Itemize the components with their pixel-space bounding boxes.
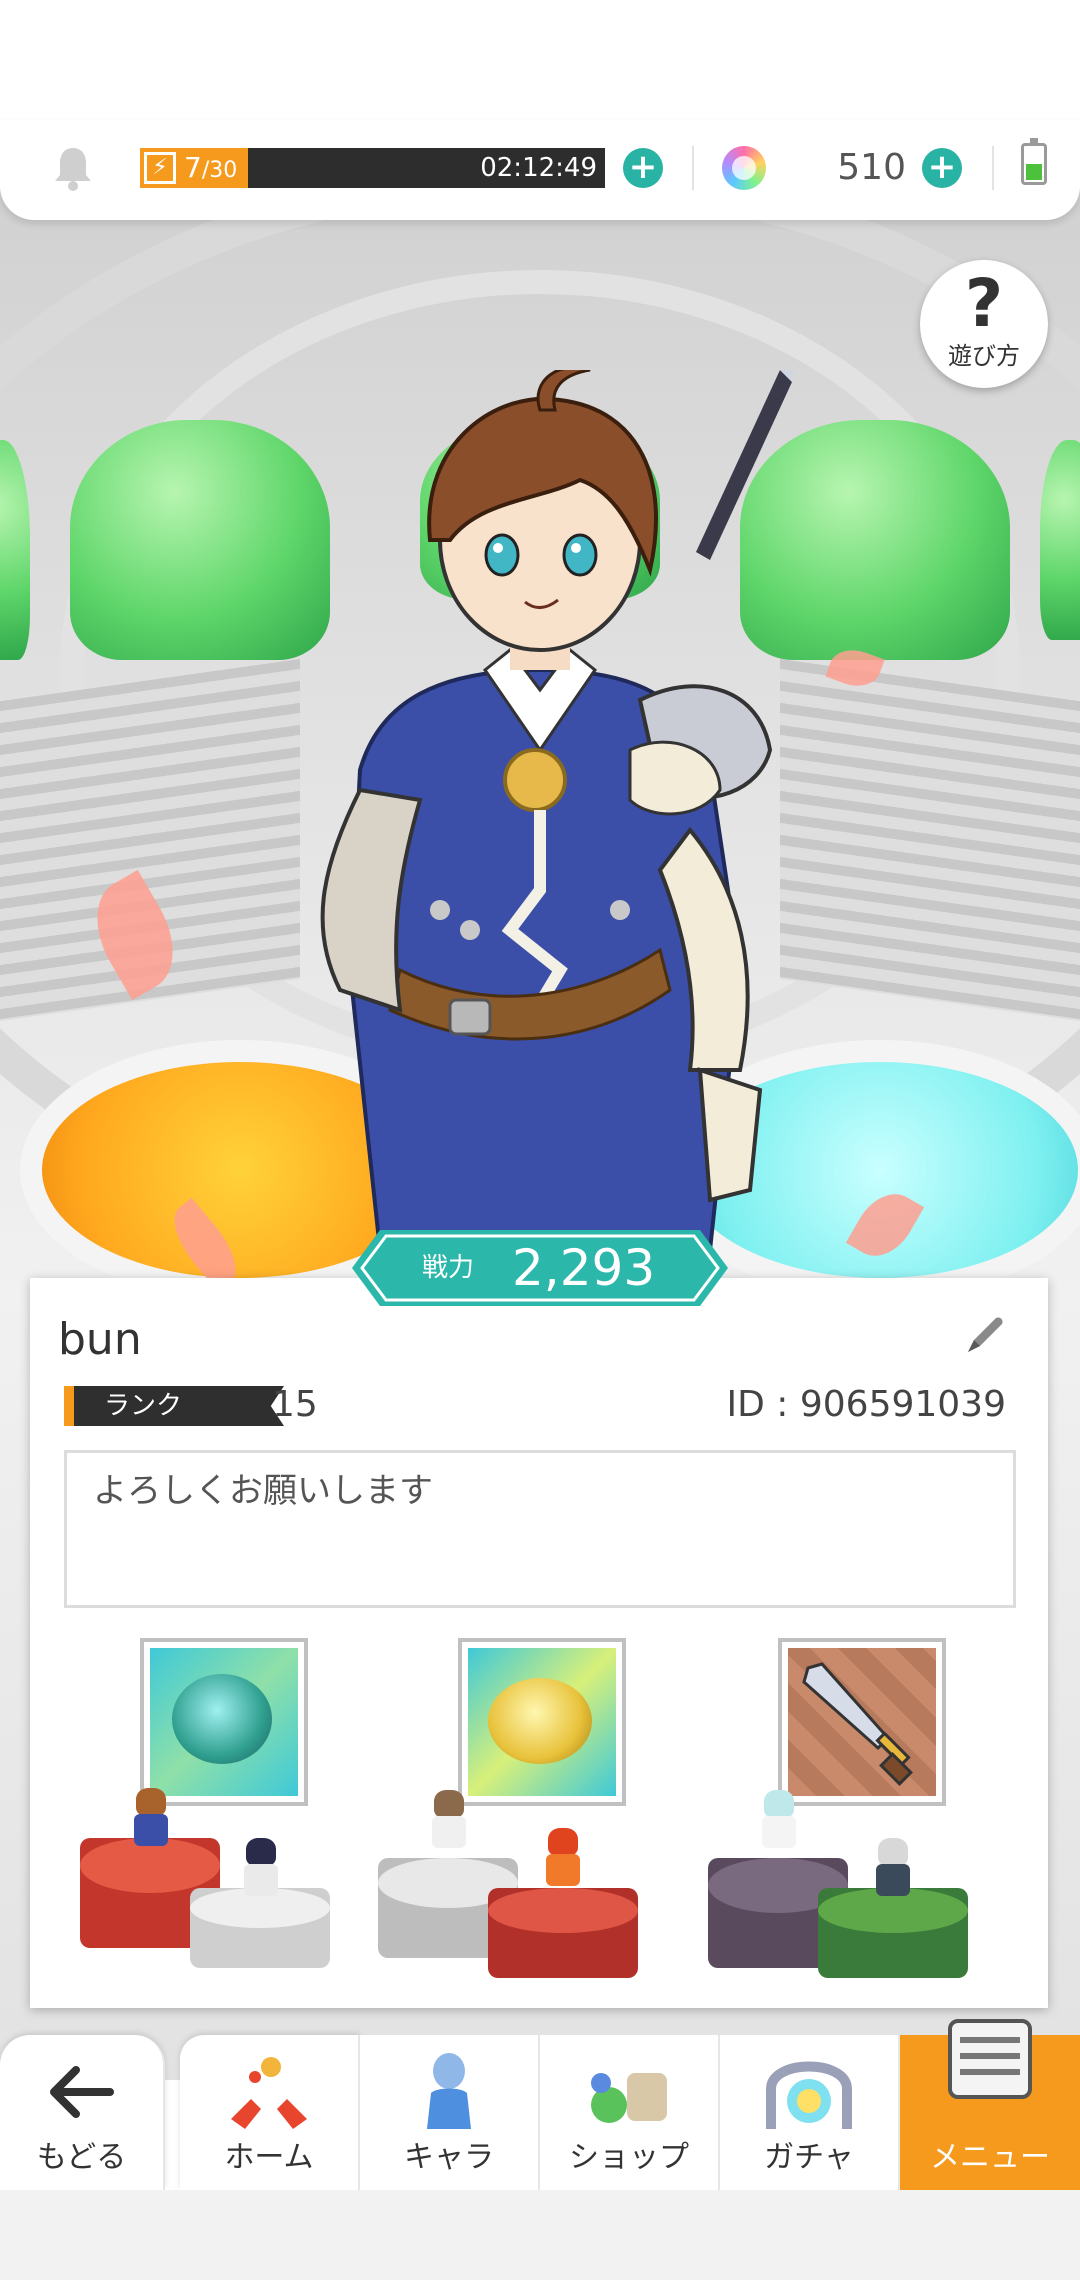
footer-strip <box>0 2190 1080 2280</box>
power-value: 2,293 <box>512 1239 656 1297</box>
gem-count: 510 <box>837 147 906 188</box>
character-sprite <box>540 1828 586 1888</box>
power-label: 戦力 <box>422 1253 475 1283</box>
pedestal-white <box>190 1888 330 1968</box>
rank-value: 15 <box>272 1384 318 1425</box>
divider <box>992 146 994 190</box>
how-to-play-button[interactable]: ? 遊び方 <box>920 260 1048 388</box>
add-stamina-button[interactable]: + <box>623 148 663 188</box>
nav-home[interactable]: ホーム <box>180 2035 360 2190</box>
pedestal-red <box>488 1888 638 1978</box>
edit-pen-icon[interactable] <box>960 1312 1008 1360</box>
nav-menu[interactable]: メニュー <box>900 2019 1080 2190</box>
character-sprite <box>426 1790 472 1850</box>
menu-label: メニュー <box>930 2140 1050 2175</box>
question-mark-icon: ? <box>964 265 1004 342</box>
character-illustration <box>320 370 794 1252</box>
resource-bar: ⚡ 7/30 02:12:49 + 510 + <box>0 120 1080 220</box>
pedestal-green <box>818 1888 968 1978</box>
arrow-left-icon <box>49 2066 114 2118</box>
divider <box>692 146 694 190</box>
party-weapon-frame[interactable] <box>778 1638 946 1806</box>
gem-orb-icon <box>722 146 766 190</box>
nav-chara[interactable]: キャラ <box>360 2035 540 2190</box>
combat-power-badge: 戦力 2,293 <box>352 1230 728 1306</box>
rank-label: ランク <box>104 1391 183 1421</box>
profile-panel: bun ランク 15 ID : 906591039 よろしくお願いします <box>30 1278 1048 2008</box>
character-sprite <box>870 1838 916 1898</box>
comment-box: よろしくお願いします <box>64 1450 1016 1608</box>
player-name: bun <box>58 1314 142 1365</box>
stamina-timer: 02:12:49 <box>480 153 597 183</box>
nav-shop[interactable]: ショップ <box>540 2035 720 2190</box>
character-sprite <box>756 1790 802 1850</box>
nav-gacha[interactable]: ガチャ <box>720 2035 900 2190</box>
character-icon <box>427 2053 471 2129</box>
party-slot-2[interactable] <box>378 1638 658 1978</box>
character-sprite <box>128 1788 174 1848</box>
stamina-gauge: ⚡ 7/30 02:12:49 <box>140 148 605 188</box>
back-button[interactable]: もどる <box>0 2035 165 2190</box>
add-gems-button[interactable]: + <box>922 148 962 188</box>
bottom-navigation: もどる ホーム キャラ ショップ ガチャ メニュー <box>0 2019 1080 2190</box>
notification-bell-icon[interactable] <box>52 145 94 191</box>
lightning-icon: ⚡ <box>144 152 176 184</box>
gold-orb-weapon-icon <box>488 1678 592 1764</box>
home-icon <box>231 2057 307 2129</box>
green-orb-weapon-icon <box>172 1674 272 1764</box>
help-label: 遊び方 <box>948 342 1020 370</box>
shop-label: ショップ <box>569 2140 689 2175</box>
comment-text: よろしくお願いします <box>93 1471 433 1511</box>
system-status-bar <box>0 0 1080 120</box>
rank-tag: ランク <box>64 1386 284 1426</box>
shop-bag-icon <box>591 2073 667 2123</box>
gacha-orb-icon <box>766 2061 852 2129</box>
battery-icon <box>1021 138 1047 185</box>
back-label: もどる <box>36 2140 127 2175</box>
player-id: ID : 906591039 <box>726 1384 1007 1425</box>
party-slot-1[interactable] <box>60 1638 340 1978</box>
gacha-label: ガチャ <box>764 2140 854 2175</box>
menu-list-icon <box>948 2019 1032 2099</box>
character-sprite <box>238 1838 284 1898</box>
home-label: ホーム <box>224 2140 314 2175</box>
stamina-count: 7/30 <box>184 151 238 184</box>
chara-label: キャラ <box>404 2140 494 2175</box>
sword-weapon-icon <box>802 1662 913 1786</box>
party-weapon-frame[interactable] <box>140 1638 308 1806</box>
party-slot-3[interactable] <box>698 1638 978 1978</box>
party-weapon-frame[interactable] <box>458 1638 626 1806</box>
